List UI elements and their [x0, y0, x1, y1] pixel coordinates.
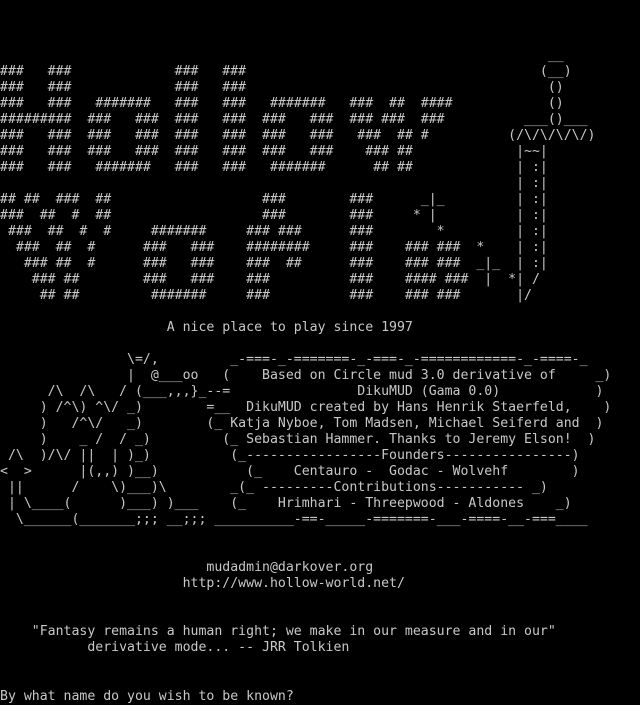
terminal-line: ### ### ### ### (__)	[0, 64, 572, 79]
terminal-line: ### ## # # ####### ### ### ### * | :|	[0, 224, 548, 239]
terminal-line: /\ /\ / (___,,,}_--= DikuMUD (Gama 0.0) …	[0, 384, 604, 399]
terminal-line: http://www.hollow-world.net/	[0, 576, 405, 591]
terminal-line: || / \)___)\ _(_ ---------Contributions-…	[0, 480, 548, 495]
terminal-line: ### ### ####### ### ### ####### ## ## | …	[0, 160, 548, 175]
terminal-line: ## ## ####### ### ### ### ### |/	[0, 288, 532, 303]
text-cursor[interactable]	[302, 688, 310, 702]
terminal-line: ## ## ### ## ### ### _|_ | :|	[0, 192, 548, 207]
terminal-line: | \____( )___) )___ (_ Hrimhari - Threep…	[0, 496, 572, 511]
terminal-line: | :|	[0, 176, 548, 191]
terminal-line: | @___oo ( Based on Circle mud 3.0 deriv…	[0, 368, 612, 383]
terminal-line: ### ### ### ### ()	[0, 80, 564, 95]
terminal-line: ### ### ####### ### ### ####### ### ## #…	[0, 96, 564, 111]
terminal-line: ) _ / / _) (_ Sebastian Hammer. Thanks t…	[0, 432, 596, 447]
terminal-output: __ ### ### ### ### (__) ### ### ### ### ()…	[0, 0, 640, 688]
terminal-line: < > |(,,) )__) (_ Centauro - Godac - Wol…	[0, 464, 580, 479]
terminal-window[interactable]: __ ### ### ### ### (__) ### ### ### ### ()…	[0, 0, 640, 704]
terminal-line: __	[0, 48, 564, 63]
terminal-line: ### ## # ## ### ### * | | :|	[0, 208, 548, 223]
terminal-line: A nice place to play since 1997	[0, 320, 413, 335]
terminal-line: ### ## ### ### ### ### #### ### | *| /	[0, 272, 540, 287]
terminal-line: derivative mode... -- JRR Tolkien	[0, 640, 350, 655]
terminal-line: "Fantasy remains a human right; we make …	[0, 624, 556, 639]
terminal-line: \=/, _-===-_-=======-_-===-_-===========…	[0, 352, 588, 367]
terminal-line: ) /^\/ _) (_ Katja Nyboe, Tom Madsen, Mi…	[0, 416, 604, 431]
terminal-line: ### ### ### ### ### ### ### ### ### ## #…	[0, 128, 596, 143]
terminal-line: ######### ### ### ### ### ### ### ### ##…	[0, 112, 588, 127]
terminal-line: ### ## # ### ### ### ## ### ### ### _|_ …	[0, 256, 548, 271]
terminal-line: ) /^\) ^\/ _) =__ DikuMUD created by Han…	[0, 400, 612, 415]
login-prompt-row[interactable]: By what name do you wish to be known?	[0, 688, 640, 704]
terminal-line: \______(_______;;; __;;; __________-==-_…	[0, 512, 588, 527]
terminal-line: mudadmin@darkover.org	[0, 560, 374, 575]
terminal-line: ### ## # ### ### ######## ### ### ### * …	[0, 240, 548, 255]
terminal-line: ### ### ### ### ### ### ### ### ### ## |…	[0, 144, 548, 159]
terminal-line: /\ )/\/ || | )_) (_-----------------Foun…	[0, 448, 580, 463]
login-prompt: By what name do you wish to be known?	[0, 689, 294, 704]
